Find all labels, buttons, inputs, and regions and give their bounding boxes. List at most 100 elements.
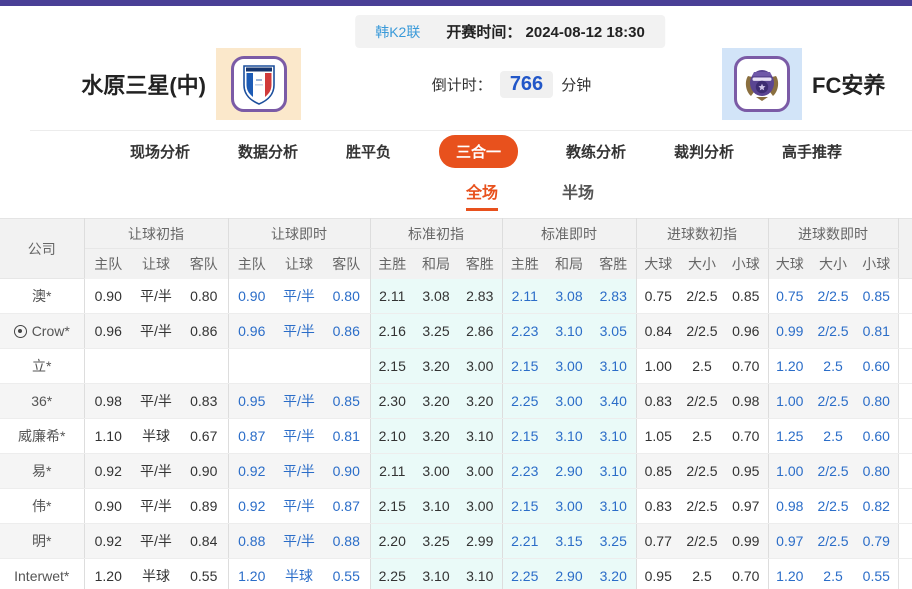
odds-cell: 3.40 <box>591 384 636 419</box>
odds-cell <box>275 349 323 384</box>
odds-cell: 3.20 <box>414 419 458 454</box>
company-cell: 威廉希* <box>0 419 84 454</box>
nav-tab[interactable]: 数据分析 <box>238 141 298 162</box>
group-header: 进球数即时 <box>768 219 898 249</box>
odds-cell: 0.80 <box>855 384 898 419</box>
odds-cell: 2.10 <box>370 419 414 454</box>
odds-cell: 1.05 <box>636 419 680 454</box>
odds-cell: 3.00 <box>458 349 502 384</box>
odds-cell: 平/半 <box>132 489 180 524</box>
odds-cell: 0.86 <box>323 314 370 349</box>
odds-table-body: 澳*0.90平/半0.800.90平/半0.802.113.082.832.11… <box>0 279 912 589</box>
odds-cell: 3.10 <box>547 314 591 349</box>
trailing-cell <box>898 349 912 384</box>
odds-cell: 0.99 <box>768 314 811 349</box>
odds-cell: 0.98 <box>768 489 811 524</box>
trailing-cell <box>898 279 912 314</box>
odds-cell: 0.97 <box>768 524 811 559</box>
odds-cell: 2.11 <box>370 454 414 489</box>
odds-cell: 3.08 <box>414 279 458 314</box>
odds-cell <box>132 349 180 384</box>
odds-cell: 0.79 <box>855 524 898 559</box>
odds-cell: 2.20 <box>370 524 414 559</box>
nav-tab[interactable]: 裁判分析 <box>674 141 734 162</box>
trailing-cell <box>898 524 912 559</box>
odds-cell: 2.5 <box>680 559 724 589</box>
company-name: 立* <box>32 356 51 376</box>
odds-cell: 1.20 <box>228 559 275 589</box>
odds-cell: 3.10 <box>414 489 458 524</box>
odds-cell: 0.86 <box>180 314 228 349</box>
odds-cell: 平/半 <box>275 279 323 314</box>
odds-cell: 3.00 <box>547 349 591 384</box>
odds-cell: 2/2.5 <box>680 454 724 489</box>
odds-cell: 3.20 <box>591 559 636 589</box>
home-team-name: 水原三星(中) <box>0 68 206 100</box>
odds-cell: 2.23 <box>502 314 547 349</box>
column-header: 小球 <box>855 249 898 279</box>
nav-tab[interactable]: 高手推荐 <box>782 141 842 162</box>
table-row: Crow*0.96平/半0.860.96平/半0.862.163.252.862… <box>0 314 912 349</box>
odds-cell: 2.90 <box>547 559 591 589</box>
odds-cell: 0.96 <box>228 314 275 349</box>
group-header: 让球初指 <box>84 219 228 249</box>
company-name: Interwet* <box>14 568 69 584</box>
column-header: 和局 <box>414 249 458 279</box>
home-team-logo <box>216 48 301 120</box>
odds-cell: 1.00 <box>636 349 680 384</box>
odds-cell <box>228 349 275 384</box>
odds-cell: 0.80 <box>323 279 370 314</box>
main-nav: 现场分析 数据分析 胜平负 三合一 教练分析 裁判分析 高手推荐 <box>30 130 912 172</box>
table-row: 明*0.92平/半0.840.88平/半0.882.203.252.992.21… <box>0 524 912 559</box>
odds-cell: 3.25 <box>414 524 458 559</box>
nav-tab[interactable]: 胜平负 <box>346 141 391 162</box>
column-header: 主队 <box>228 249 275 279</box>
odds-cell: 2.99 <box>458 524 502 559</box>
league-name[interactable]: 韩K2联 <box>375 22 420 42</box>
odds-cell: 3.25 <box>591 524 636 559</box>
table-row: 立*2.153.203.002.153.003.101.002.50.701.2… <box>0 349 912 384</box>
odds-cell <box>180 349 228 384</box>
odds-cell: 3.10 <box>547 419 591 454</box>
company-name: 36* <box>31 393 52 409</box>
odds-cell: 0.81 <box>323 419 370 454</box>
company-name: 伟* <box>32 496 51 516</box>
odds-cell: 2.15 <box>502 419 547 454</box>
odds-cell: 0.83 <box>636 489 680 524</box>
odds-cell: 2.30 <box>370 384 414 419</box>
odds-cell: 0.97 <box>724 489 768 524</box>
odds-cell: 2.25 <box>370 559 414 589</box>
column-header: 客队 <box>180 249 228 279</box>
odds-cell: 0.90 <box>84 489 132 524</box>
odds-cell <box>84 349 132 384</box>
odds-cell: 2/2.5 <box>811 384 855 419</box>
nav-tab[interactable]: 现场分析 <box>130 141 190 162</box>
odds-cell: 平/半 <box>275 384 323 419</box>
match-header: 韩K2联 开赛时间： 2024-08-12 18:30 水原三星(中) 倒计时：… <box>0 6 912 130</box>
trailing-column-header <box>898 219 912 279</box>
table-row: 伟*0.90平/半0.890.92平/半0.872.153.103.002.15… <box>0 489 912 524</box>
odds-cell: 1.25 <box>768 419 811 454</box>
company-name: Crow* <box>32 323 70 339</box>
away-team-logo <box>722 48 802 120</box>
scope-tab[interactable]: 半场 <box>562 179 594 211</box>
odds-cell: 0.81 <box>855 314 898 349</box>
trailing-cell <box>898 489 912 524</box>
odds-cell: 3.08 <box>547 279 591 314</box>
odds-cell: 2.16 <box>370 314 414 349</box>
table-row: 36*0.98平/半0.830.95平/半0.852.303.203.202.2… <box>0 384 912 419</box>
odds-table: 公司 让球初指让球即时标准初指标准即时进球数初指进球数即时 主队让球客队主队让球… <box>0 218 912 589</box>
scope-tab[interactable]: 全场 <box>466 179 498 211</box>
odds-cell: 2.23 <box>502 454 547 489</box>
odds-cell: 2.5 <box>680 419 724 454</box>
nav-tab[interactable]: 教练分析 <box>566 141 626 162</box>
trailing-cell <box>898 384 912 419</box>
odds-cell: 0.92 <box>228 454 275 489</box>
odds-cell: 2.83 <box>458 279 502 314</box>
nav-tab[interactable]: 三合一 <box>439 135 518 168</box>
countdown-unit: 分钟 <box>561 74 591 95</box>
group-header: 标准初指 <box>370 219 502 249</box>
odds-cell: 0.88 <box>228 524 275 559</box>
odds-cell: 3.10 <box>591 419 636 454</box>
company-name: 易* <box>32 461 51 481</box>
